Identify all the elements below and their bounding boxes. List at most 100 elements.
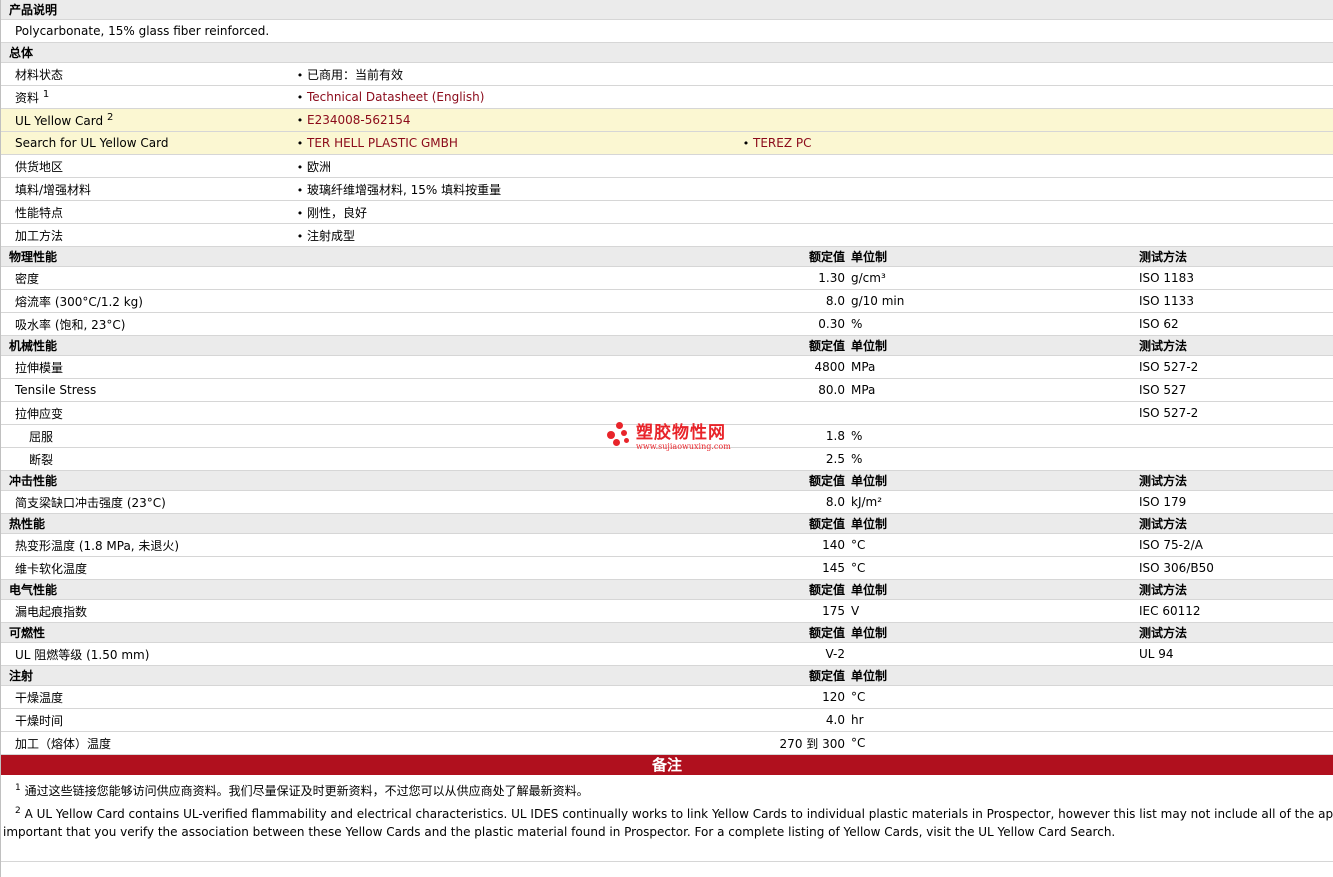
watermark-url: www.sujiaowuxing.com bbox=[636, 441, 731, 451]
row-status: 材料状态 已商用：当前有效 bbox=[1, 62, 1333, 86]
property-label: 漏电起痕指数 bbox=[1, 599, 731, 623]
property-row: 热变形温度 (1.8 MPa, 未退火) 140 °C ISO 75-2/A bbox=[1, 533, 1333, 557]
section-title: 电气性能 bbox=[1, 579, 731, 600]
property-method: ISO 1133 bbox=[1139, 289, 1333, 313]
footnote-2-cont: important that you verify the associatio… bbox=[3, 825, 1116, 839]
section-title: 注射 bbox=[1, 665, 731, 686]
property-unit: MPa bbox=[851, 355, 1139, 379]
section-title: 物理性能 bbox=[1, 246, 731, 267]
watermark-logo: 塑胶物性网 www.sujiaowuxing.com bbox=[606, 422, 731, 452]
property-label: 拉伸模量 bbox=[1, 355, 731, 379]
property-value: 0.30 bbox=[731, 312, 851, 336]
property-method: ISO 1183 bbox=[1139, 266, 1333, 290]
property-method: ISO 527 bbox=[1139, 378, 1333, 402]
row-label: UL Yellow Card 2 bbox=[1, 108, 279, 132]
row-label: 填料/增强材料 bbox=[1, 177, 279, 201]
col-nominal: 额定值 bbox=[731, 513, 851, 534]
col-unit: 单位制 bbox=[851, 335, 1139, 356]
watermark-name: 塑胶物性网 bbox=[636, 422, 726, 443]
property-method: ISO 75-2/A bbox=[1139, 533, 1333, 557]
property-unit: % bbox=[851, 424, 1139, 448]
property-unit bbox=[851, 401, 1139, 425]
property-value: 8.0 bbox=[731, 490, 851, 514]
col-method: 测试方法 bbox=[1139, 470, 1333, 491]
row-value: 刚性，良好 bbox=[279, 200, 1333, 224]
property-row: 拉伸模量 4800 MPa ISO 527-2 bbox=[1, 355, 1333, 379]
row-label: 供货地区 bbox=[1, 154, 279, 178]
col-unit: 单位制 bbox=[851, 513, 1139, 534]
property-value: 8.0 bbox=[731, 289, 851, 313]
row-filler: 填料/增强材料 玻璃纤维增强材料, 15% 填料按重量 bbox=[1, 177, 1333, 201]
col-unit: 单位制 bbox=[851, 246, 1139, 267]
property-row: 吸水率 (饱和, 23°C) 0.30% ISO 62 bbox=[1, 312, 1333, 336]
section-injection: 注射 额定值 单位制 bbox=[1, 665, 1333, 686]
section-electrical: 电气性能 额定值 单位制 测试方法 bbox=[1, 579, 1333, 600]
divider bbox=[1, 841, 1333, 862]
property-unit: °C bbox=[851, 731, 1139, 755]
col-method: 测试方法 bbox=[1139, 513, 1333, 534]
property-unit: °C bbox=[851, 556, 1139, 580]
property-label: 干燥时间 bbox=[1, 708, 731, 732]
property-method bbox=[1139, 424, 1333, 448]
property-unit: % bbox=[851, 312, 1139, 336]
description-row: Polycarbonate, 15% glass fiber reinforce… bbox=[1, 19, 1333, 43]
property-row: 密度 1.30 g/cm³ ISO 1183 bbox=[1, 266, 1333, 290]
property-label: 吸水率 (饱和, 23°C) bbox=[1, 312, 731, 336]
datasheet-page: 产品说明 Polycarbonate, 15% glass fiber rein… bbox=[0, 0, 1333, 877]
row-value: 已商用：当前有效 bbox=[279, 62, 1333, 86]
footnote-2: 2 A UL Yellow Card contains UL-verified … bbox=[15, 806, 1333, 821]
property-unit: kJ/m² bbox=[851, 490, 1139, 514]
property-row: UL 阻燃等级 (1.50 mm) V-2 UL 94 bbox=[1, 642, 1333, 666]
property-row: 加工（熔体）温度 270 到 300 °C bbox=[1, 731, 1333, 755]
section-title: 热性能 bbox=[1, 513, 731, 534]
row-label: 资料 1 bbox=[1, 85, 279, 109]
property-label: 干燥温度 bbox=[1, 685, 731, 709]
col-unit: 单位制 bbox=[851, 622, 1139, 643]
property-value: 120 bbox=[731, 685, 851, 709]
property-label: 热变形温度 (1.8 MPa, 未退火) bbox=[1, 533, 731, 557]
property-value: 270 到 300 bbox=[731, 731, 851, 755]
property-row: 简支梁缺口冲击强度 (23°C) 8.0 kJ/m² ISO 179 bbox=[1, 490, 1333, 514]
section-flammability: 可燃性 额定值 单位制 测试方法 bbox=[1, 622, 1333, 643]
section-title: 冲击性能 bbox=[1, 470, 731, 491]
property-method bbox=[1139, 708, 1333, 732]
property-value: 80.0 bbox=[731, 378, 851, 402]
col-method bbox=[1139, 665, 1333, 686]
property-row: 干燥温度 120 °C bbox=[1, 685, 1333, 709]
property-value: 140 bbox=[731, 533, 851, 557]
col-nominal: 额定值 bbox=[731, 579, 851, 600]
col-unit: 单位制 bbox=[851, 470, 1139, 491]
property-value: 4800 bbox=[731, 355, 851, 379]
property-method bbox=[1139, 447, 1333, 471]
ul-card-link[interactable]: E234008-562154 bbox=[279, 108, 1333, 132]
property-value: 4.0 bbox=[731, 708, 851, 732]
property-unit: V bbox=[851, 599, 1139, 623]
section-mechanical: 机械性能 额定值 单位制 测试方法 bbox=[1, 335, 1333, 356]
property-label: UL 阻燃等级 (1.50 mm) bbox=[1, 642, 731, 666]
ul-search-link-1[interactable]: TER HELL PLASTIC GMBH bbox=[279, 131, 731, 155]
property-label: 熔流率 (300°C/1.2 kg) bbox=[1, 289, 731, 313]
footnote-1: 1 通过这些链接您能够访问供应商资料。我们尽量保证及时更新资料，不过您可以从供应… bbox=[15, 783, 589, 798]
datasheet-link[interactable]: Technical Datasheet (English) bbox=[279, 85, 1333, 109]
property-unit: g/10 min bbox=[851, 289, 1139, 313]
property-value: 175 bbox=[731, 599, 851, 623]
property-unit: hr bbox=[851, 708, 1139, 732]
row-label: 性能特点 bbox=[1, 200, 279, 224]
section-impact: 冲击性能 额定值 单位制 测试方法 bbox=[1, 470, 1333, 491]
col-nominal: 额定值 bbox=[731, 246, 851, 267]
property-value: 2.5 bbox=[731, 447, 851, 471]
property-value bbox=[731, 401, 851, 425]
property-label: 加工（熔体）温度 bbox=[1, 731, 731, 755]
section-title: 总体 bbox=[1, 42, 1333, 63]
property-method bbox=[1139, 731, 1333, 755]
col-nominal: 额定值 bbox=[731, 470, 851, 491]
ul-search-link-2[interactable]: TEREZ PC bbox=[731, 131, 1333, 155]
row-label: 加工方法 bbox=[1, 223, 279, 247]
section-title: 可燃性 bbox=[1, 622, 731, 643]
row-label: Search for UL Yellow Card bbox=[1, 131, 279, 155]
row-value: 玻璃纤维增强材料, 15% 填料按重量 bbox=[279, 177, 1333, 201]
property-row: 维卡软化温度 145 °C ISO 306/B50 bbox=[1, 556, 1333, 580]
property-row: Tensile Stress 80.0 MPa ISO 527 bbox=[1, 378, 1333, 402]
property-row: 漏电起痕指数 175 V IEC 60112 bbox=[1, 599, 1333, 623]
row-region: 供货地区 欧洲 bbox=[1, 154, 1333, 178]
